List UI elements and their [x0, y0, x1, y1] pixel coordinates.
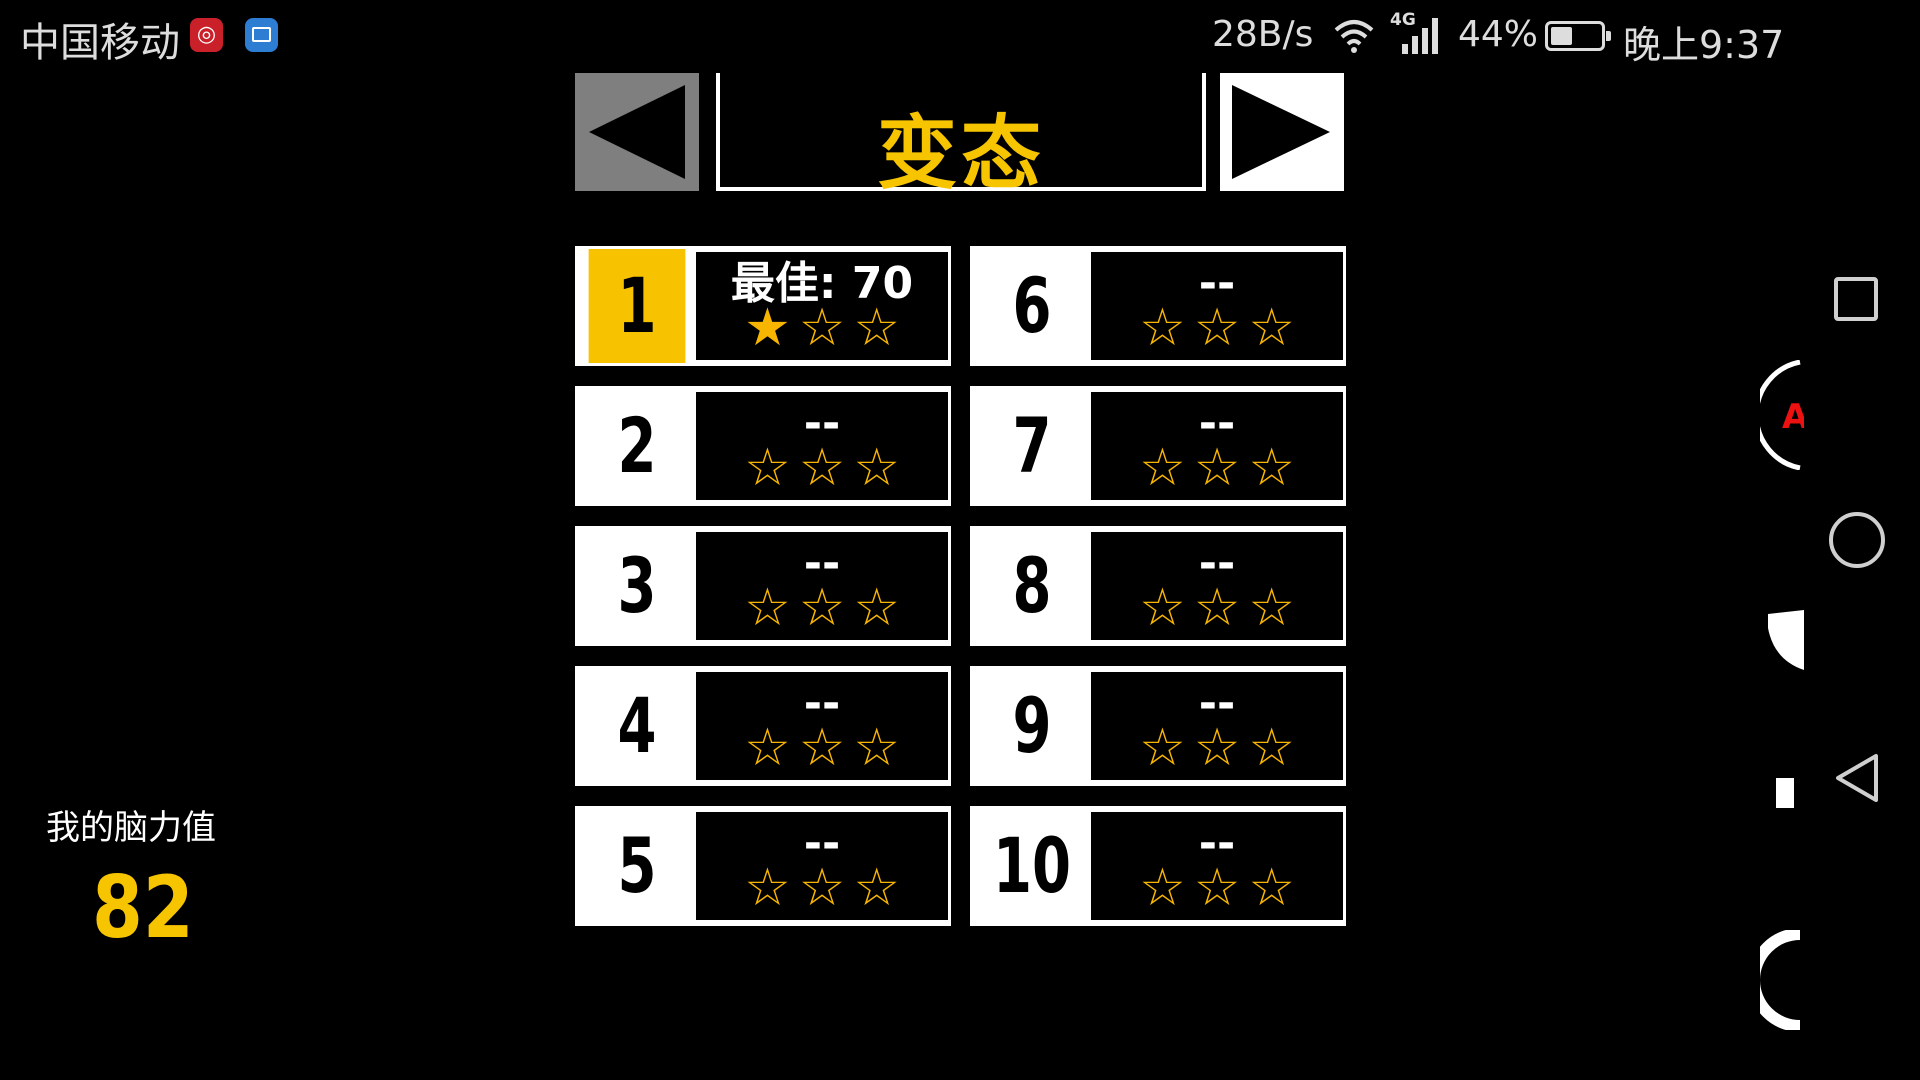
star-outline-icon: ☆ [1193, 718, 1249, 778]
level-number: 6 [1012, 261, 1052, 350]
level-button[interactable]: 4 -- ☆☆☆ [575, 666, 951, 786]
star-outline-icon: ☆ [853, 718, 908, 778]
star-outline-icon: ☆ [1248, 298, 1303, 358]
star-rating: ☆☆☆ [1091, 718, 1343, 778]
star-outline-icon: ☆ [1193, 438, 1249, 498]
category-title: 变态 [877, 107, 1045, 200]
triangle-left-icon [589, 85, 685, 179]
star-outline-icon: ☆ [798, 718, 854, 778]
level-button[interactable]: 1 最佳: 70 ★☆☆ [575, 246, 951, 366]
star-outline-icon: ☆ [853, 578, 908, 638]
star-outline-icon: ☆ [1248, 438, 1303, 498]
network-speed: 28B/s [1212, 14, 1314, 55]
star-outline-icon: ☆ [1139, 578, 1194, 638]
star-rating: ☆☆☆ [696, 578, 948, 638]
clock: 晚上9:37 [1623, 23, 1785, 67]
level-info: -- ☆☆☆ [1091, 392, 1343, 500]
star-outline-icon: ☆ [1139, 858, 1194, 918]
star-rating: ☆☆☆ [1091, 858, 1343, 918]
level-number: 10 [992, 821, 1072, 910]
star-outline-icon: ☆ [744, 438, 799, 498]
level-number: 5 [617, 821, 657, 910]
level-number: 8 [1012, 541, 1052, 630]
level-number: 4 [617, 681, 657, 770]
star-rating: ☆☆☆ [696, 858, 948, 918]
star-rating: ☆☆☆ [1091, 438, 1343, 498]
level-button[interactable]: 2 -- ☆☆☆ [575, 386, 951, 506]
recent-apps-button[interactable] [1834, 277, 1878, 321]
level-info: -- ☆☆☆ [696, 672, 948, 780]
level-button[interactable]: 6 -- ☆☆☆ [970, 246, 1346, 366]
star-filled-icon: ★ [744, 298, 799, 358]
level-button[interactable]: 5 -- ☆☆☆ [575, 806, 951, 926]
star-outline-icon: ☆ [1248, 578, 1303, 638]
level-button[interactable]: 9 -- ☆☆☆ [970, 666, 1346, 786]
floating-tab-icon[interactable] [1776, 778, 1794, 808]
star-outline-icon: ☆ [1248, 718, 1303, 778]
star-outline-icon: ☆ [1139, 718, 1194, 778]
star-outline-icon: ☆ [1139, 438, 1194, 498]
battery-icon [1545, 21, 1611, 51]
level-number: 1 [588, 249, 686, 363]
floating-shield-icon[interactable] [1768, 610, 1804, 670]
level-info: -- ☆☆☆ [1091, 532, 1343, 640]
star-outline-icon: ☆ [798, 858, 854, 918]
level-info: -- ☆☆☆ [696, 392, 948, 500]
carrier-name: 中国移动 [20, 20, 180, 66]
level-number: 9 [1012, 681, 1052, 770]
netease-music-icon: ◎ [190, 18, 223, 52]
floating-circle-icon[interactable] [1760, 930, 1804, 1030]
star-outline-icon: ☆ [744, 718, 799, 778]
star-outline-icon: ☆ [744, 858, 799, 918]
star-outline-icon: ☆ [1193, 298, 1249, 358]
category-title-box: 变态 [716, 73, 1206, 200]
star-outline-icon: ☆ [1248, 858, 1303, 918]
status-bar: 中国移动 ◎ 28B/s 4G 44% 晚上9:37 [0, 0, 1920, 74]
next-category-button[interactable] [1220, 73, 1344, 191]
home-button[interactable] [1829, 512, 1885, 568]
triangle-right-icon [1232, 85, 1330, 179]
level-info: -- ☆☆☆ [1091, 672, 1343, 780]
back-button[interactable] [1834, 752, 1880, 804]
star-rating: ☆☆☆ [1091, 298, 1343, 358]
star-outline-icon: ☆ [798, 298, 854, 358]
battery-percent: 44% [1458, 14, 1539, 55]
star-outline-icon: ☆ [853, 438, 908, 498]
level-button[interactable]: 7 -- ☆☆☆ [970, 386, 1346, 506]
level-button[interactable]: 3 -- ☆☆☆ [575, 526, 951, 646]
gallery-icon [245, 18, 278, 52]
star-rating: ☆☆☆ [696, 718, 948, 778]
level-number: 2 [617, 401, 657, 490]
svg-text:A: A [1782, 397, 1804, 437]
star-outline-icon: ☆ [744, 578, 799, 638]
level-info: 最佳: 70 ★☆☆ [696, 252, 948, 360]
star-rating: ☆☆☆ [1091, 578, 1343, 638]
brain-power-label: 我的脑力值 [46, 808, 216, 848]
level-button[interactable]: 8 -- ☆☆☆ [970, 526, 1346, 646]
level-button[interactable]: 10 -- ☆☆☆ [970, 806, 1346, 926]
level-info: -- ☆☆☆ [1091, 252, 1343, 360]
prev-category-button[interactable] [575, 73, 699, 191]
star-rating: ★☆☆ [696, 298, 948, 358]
brain-power-value: 82 [92, 858, 194, 958]
star-outline-icon: ☆ [853, 858, 908, 918]
star-rating: ☆☆☆ [696, 438, 948, 498]
star-outline-icon: ☆ [853, 298, 908, 358]
star-outline-icon: ☆ [798, 438, 854, 498]
star-outline-icon: ☆ [1193, 578, 1249, 638]
level-info: -- ☆☆☆ [1091, 812, 1343, 920]
star-outline-icon: ☆ [798, 578, 854, 638]
signal-icon [1402, 18, 1438, 54]
wifi-icon [1334, 20, 1374, 53]
level-number: 7 [1012, 401, 1052, 490]
star-outline-icon: ☆ [1193, 858, 1249, 918]
level-info: -- ☆☆☆ [696, 812, 948, 920]
level-info: -- ☆☆☆ [696, 532, 948, 640]
star-outline-icon: ☆ [1139, 298, 1194, 358]
level-number: 3 [617, 541, 657, 630]
floating-ball-icon[interactable]: A [1760, 360, 1804, 470]
